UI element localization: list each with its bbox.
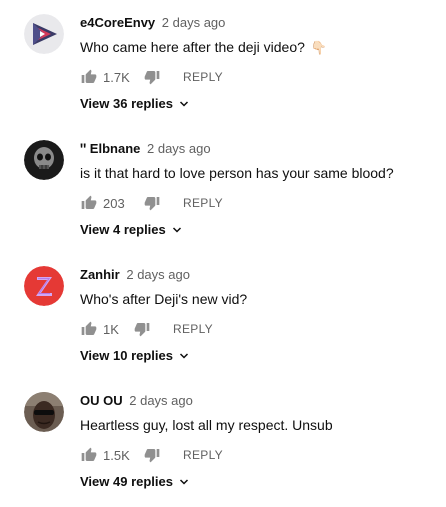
- comment-text: Who came here after the deji video?: [80, 39, 305, 55]
- comment-thread: ꞌꞌ Elbnane 2 days ago is it that hard to…: [0, 126, 446, 252]
- like-count: 1.5K: [103, 447, 130, 463]
- comment-text: Heartless guy, lost all my respect. Unsu…: [80, 417, 333, 433]
- comment-actions: 1.5K REPLY: [80, 446, 223, 464]
- thumbs-up-icon[interactable]: [80, 320, 98, 338]
- comment-author[interactable]: ꞌꞌ Elbnane: [80, 141, 140, 156]
- comment-author[interactable]: Zanhir: [80, 267, 120, 282]
- chevron-down-icon: [178, 350, 190, 362]
- comment-actions: 1K REPLY: [80, 320, 213, 338]
- comment-time[interactable]: 2 days ago: [129, 393, 193, 408]
- thumbs-down-icon[interactable]: [143, 446, 161, 464]
- letter-z-avatar: [24, 266, 64, 306]
- like-count: 1.7K: [103, 69, 130, 85]
- thumbs-up-icon[interactable]: [80, 194, 98, 212]
- comment-time[interactable]: 2 days ago: [147, 141, 211, 156]
- thumbs-down-icon[interactable]: [133, 320, 151, 338]
- comment-thread: e4CoreEnvy 2 days ago Who came here afte…: [0, 0, 446, 126]
- comment-author[interactable]: OU OU: [80, 393, 123, 408]
- comment-time[interactable]: 2 days ago: [126, 267, 190, 282]
- avatar[interactable]: [24, 266, 64, 306]
- avatar[interactable]: [24, 14, 64, 54]
- reply-button[interactable]: REPLY: [173, 322, 213, 336]
- thumbs-up-icon[interactable]: [80, 446, 98, 464]
- view-replies-button[interactable]: View 49 replies: [80, 474, 190, 489]
- chevron-down-icon: [178, 476, 190, 488]
- view-replies-label: View 4 replies: [80, 222, 166, 237]
- person-sunglasses-avatar: [24, 392, 64, 432]
- view-replies-label: View 36 replies: [80, 96, 173, 111]
- view-replies-button[interactable]: View 36 replies: [80, 96, 190, 111]
- like-count: 1K: [103, 321, 119, 337]
- comment-actions: 203 REPLY: [80, 194, 223, 212]
- view-replies-button[interactable]: View 10 replies: [80, 348, 190, 363]
- comment-author[interactable]: e4CoreEnvy: [80, 15, 155, 30]
- like-count: 203: [103, 195, 125, 211]
- comment-time[interactable]: 2 days ago: [162, 15, 226, 30]
- comment-thread: Zanhir 2 days ago Who's after Deji's new…: [0, 252, 446, 378]
- reply-button[interactable]: REPLY: [183, 196, 223, 210]
- chevron-down-icon: [171, 224, 183, 236]
- thumbs-up-icon[interactable]: [80, 68, 98, 86]
- view-replies-button[interactable]: View 4 replies: [80, 222, 183, 237]
- comment-thread: OU OU 2 days ago Heartless guy, lost all…: [0, 378, 446, 504]
- comment-text: is it that hard to love person has your …: [80, 165, 394, 181]
- view-replies-label: View 49 replies: [80, 474, 173, 489]
- reply-button[interactable]: REPLY: [183, 70, 223, 84]
- chevron-down-icon: [178, 98, 190, 110]
- avatar[interactable]: [24, 140, 64, 180]
- reply-button[interactable]: REPLY: [183, 448, 223, 462]
- thumbs-down-icon[interactable]: [143, 194, 161, 212]
- comment-actions: 1.7K REPLY: [80, 68, 223, 86]
- play-triangle-logo-icon: [24, 14, 64, 54]
- dark-skull-avatar: [24, 140, 64, 180]
- thumbs-down-icon[interactable]: [143, 68, 161, 86]
- pointing-down-emoji: 👇🏻: [310, 40, 327, 55]
- comment-text: Who's after Deji's new vid?: [80, 291, 248, 307]
- view-replies-label: View 10 replies: [80, 348, 173, 363]
- avatar[interactable]: [24, 392, 64, 432]
